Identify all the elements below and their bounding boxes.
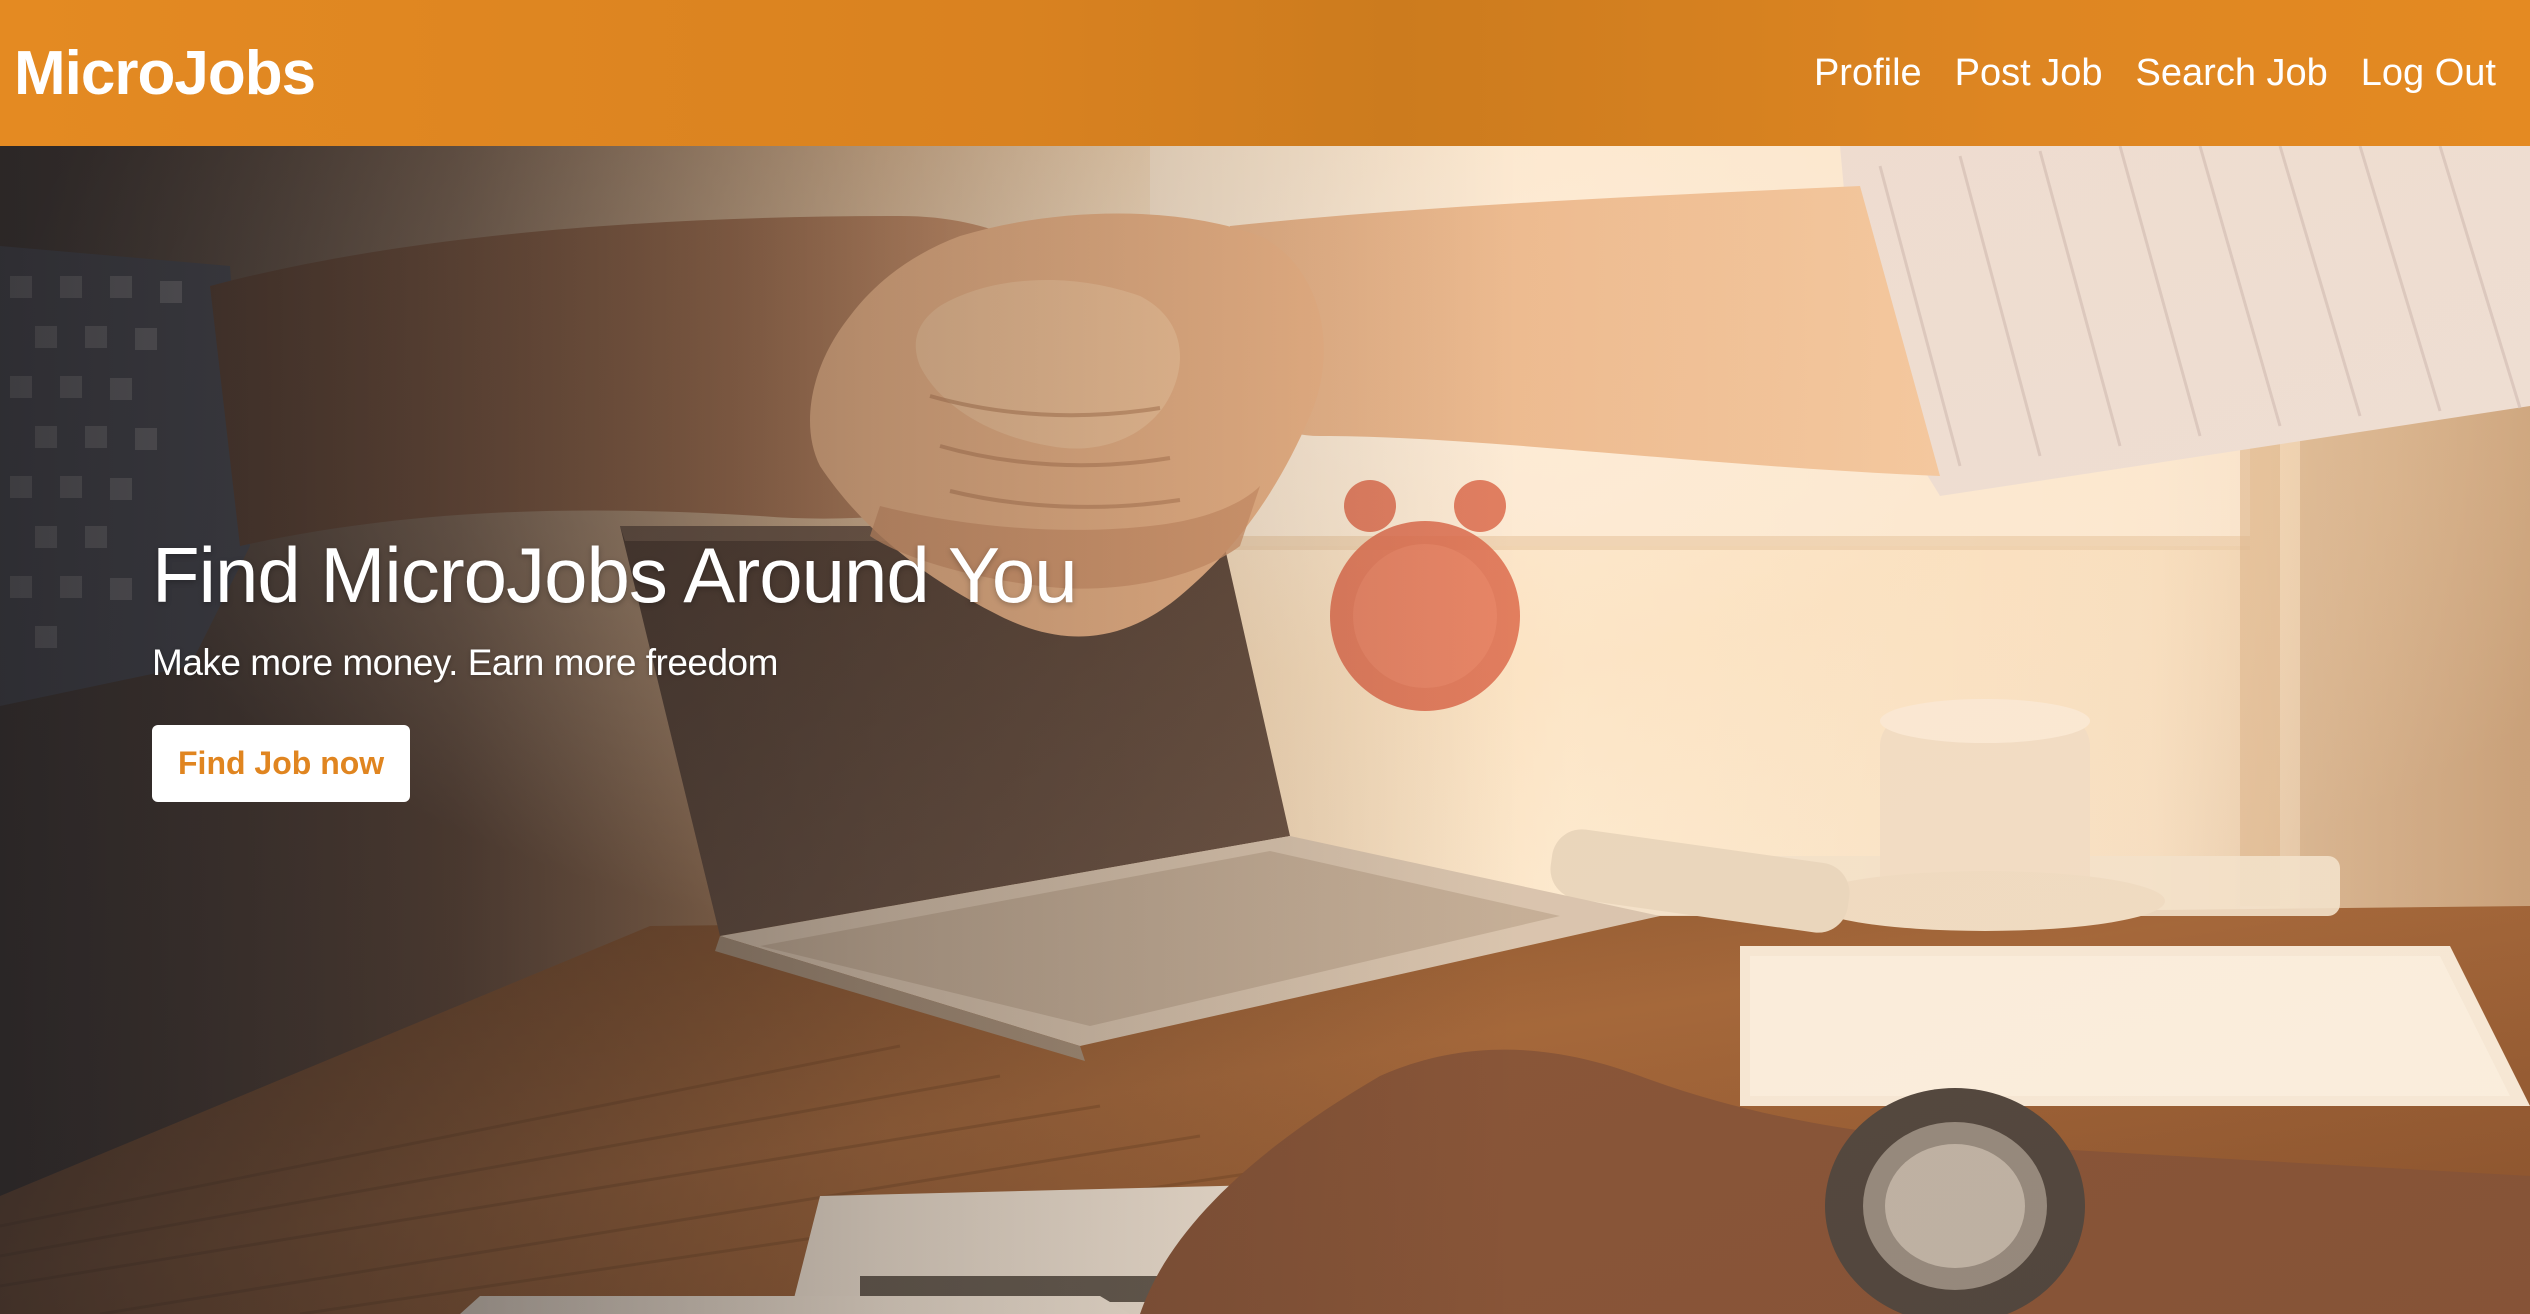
page: MicroJobs Profile Post Job Search Job Lo… [0, 0, 2530, 1314]
hero-subtitle: Make more money. Earn more freedom [152, 642, 778, 683]
find-job-now-button[interactable]: Find Job now [152, 725, 411, 802]
brand-logo[interactable]: MicroJobs [14, 38, 316, 109]
nav-links: Profile Post Job Search Job Log Out [1814, 52, 2496, 95]
hero-content: Find MicroJobs Around You Make more mone… [152, 531, 1078, 802]
navbar: MicroJobs Profile Post Job Search Job Lo… [0, 0, 2530, 146]
nav-link-profile[interactable]: Profile [1814, 52, 1922, 95]
hero-title: Find MicroJobs Around You [152, 531, 1078, 619]
nav-link-log-out[interactable]: Log Out [2361, 52, 2496, 95]
nav-link-post-job[interactable]: Post Job [1955, 52, 2103, 95]
nav-link-search-job[interactable]: Search Job [2136, 52, 2328, 95]
hero-section: Find MicroJobs Around You Make more mone… [0, 146, 2530, 1314]
